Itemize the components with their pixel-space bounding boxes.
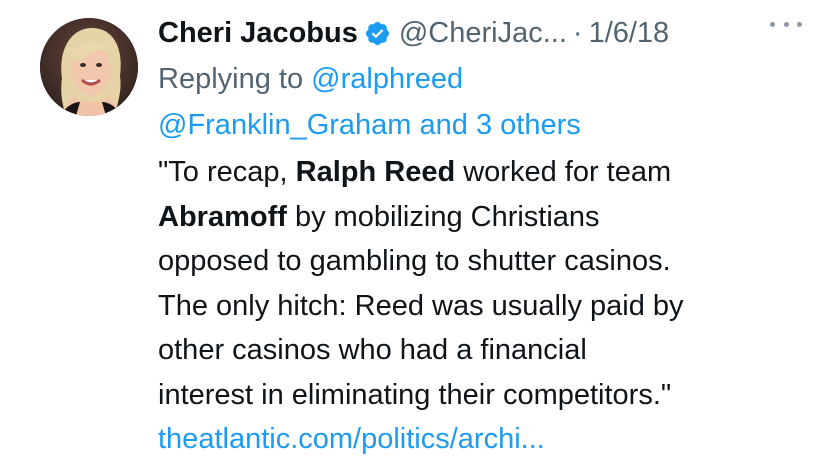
replying-to-line: Replying to @ralphreed bbox=[158, 56, 808, 102]
more-options-icon[interactable] bbox=[766, 12, 806, 36]
mention-franklin-graham-and-others[interactable]: @Franklin_Graham and 3 others bbox=[158, 109, 581, 141]
user-handle[interactable]: @CheriJac... bbox=[399, 17, 567, 50]
avatar[interactable] bbox=[40, 18, 138, 116]
tweet-text-line: "To recap, Ralph Reed worked for team bbox=[158, 156, 672, 188]
replying-to-others-line: @Franklin_Graham and 3 others bbox=[158, 102, 808, 148]
tweet-text: "To recap, Ralph Reed worked for team Ab… bbox=[158, 150, 808, 462]
bold-abramoff: Abramoff bbox=[158, 200, 287, 233]
replying-to-label: Replying to bbox=[158, 63, 304, 95]
display-name[interactable]: Cheri Jacobus bbox=[158, 17, 358, 50]
tweet-text-line: opposed to gambling to shutter casinos. bbox=[158, 245, 671, 277]
tweet-text-line: The only hitch: Reed was usually paid by bbox=[158, 289, 684, 322]
tweet-header: Cheri Jacobus @CheriJac... · 1/6/18 bbox=[158, 10, 808, 56]
separator-dot: · bbox=[572, 16, 583, 49]
mention-ralphreed[interactable]: @ralphreed bbox=[311, 63, 463, 95]
avatar-image bbox=[40, 18, 138, 116]
tweet-text-line: Abramoff by mobilizing Christians bbox=[158, 200, 600, 233]
tweet-content: Cheri Jacobus @CheriJac... · 1/6/18 Repl… bbox=[158, 10, 808, 462]
article-link[interactable]: theatlantic.com/politics/archi... bbox=[158, 417, 808, 462]
tweet-text-line: other casinos who had a financial bbox=[158, 334, 587, 366]
tweet-date[interactable]: 1/6/18 bbox=[589, 17, 670, 50]
tweet-text-line: interest in eliminating their competitor… bbox=[158, 378, 672, 411]
verified-badge-icon bbox=[364, 20, 391, 47]
tweet[interactable]: Cheri Jacobus @CheriJac... · 1/6/18 Repl… bbox=[0, 0, 822, 476]
bold-ralph-reed: Ralph Reed bbox=[295, 156, 456, 188]
